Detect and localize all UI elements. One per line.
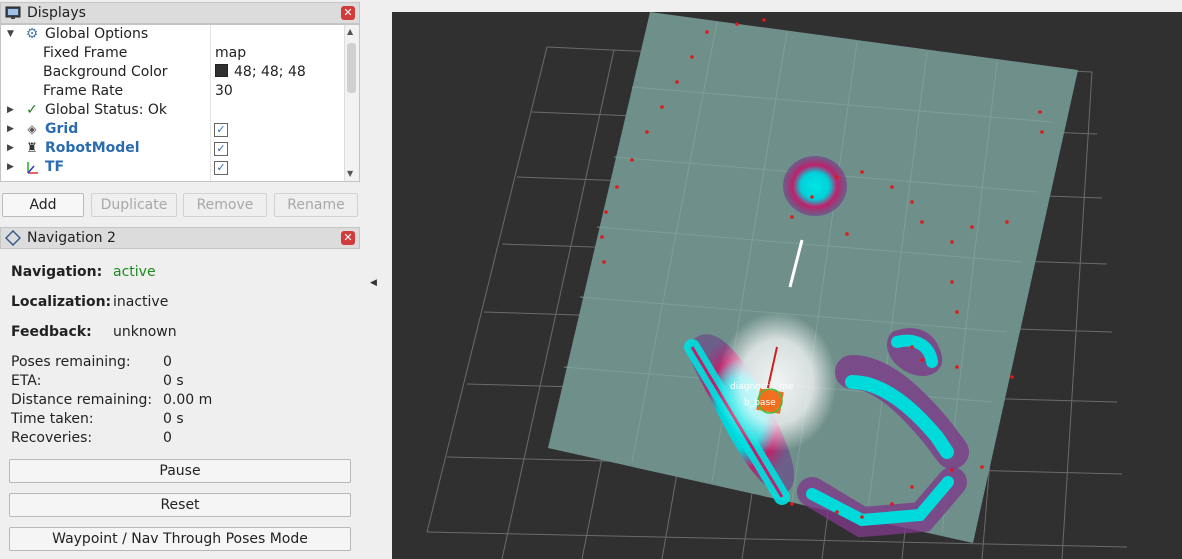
monitor-icon (5, 6, 21, 19)
tree-row-frame-rate[interactable]: Frame Rate 30 (1, 82, 346, 101)
pause-button[interactable]: Pause (9, 459, 351, 483)
color-swatch (215, 64, 228, 77)
tree-row-grid[interactable]: ▶ ◈ Grid ✓ (1, 120, 346, 139)
remove-button[interactable]: Remove (183, 193, 267, 217)
axes-icon (27, 162, 38, 174)
dock-splitter[interactable]: ◀ (362, 0, 390, 559)
background-color-value: 48; 48; 48 (234, 64, 306, 80)
duplicate-button[interactable]: Duplicate (91, 193, 177, 217)
tree-row-global-status[interactable]: ▶ ✓ Global Status: Ok (1, 101, 346, 120)
tf-frame-label-base: b_base (744, 398, 776, 408)
navigation-title: Navigation 2 (27, 230, 116, 246)
reset-button[interactable]: Reset (9, 493, 351, 517)
frame-rate-value[interactable]: 30 (215, 82, 233, 101)
tree-row-robot-model[interactable]: ▶ ♜ RobotModel ✓ (1, 139, 346, 158)
waypoint-mode-button[interactable]: Waypoint / Nav Through Poses Mode (9, 527, 351, 551)
displays-title-bar: Displays ✕ (0, 2, 360, 24)
tree-row-tf[interactable]: ▶ TF ✓ (1, 158, 346, 177)
add-button[interactable]: Add (2, 193, 84, 217)
expand-right-icon[interactable]: ▶ (7, 101, 14, 120)
recoveries-label: Recoveries: (11, 430, 93, 446)
tree-row-fixed-frame[interactable]: Fixed Frame map (1, 44, 346, 63)
fixed-frame-value[interactable]: map (215, 44, 246, 63)
global-options-label: Global Options (45, 26, 149, 42)
tree-row-global-options[interactable]: ▼ ⚙ Global Options (1, 25, 346, 44)
3d-viewport[interactable]: diagnostic me b_base (392, 12, 1182, 559)
frame-rate-label: Frame Rate (43, 83, 124, 99)
left-dock: Displays ✕ ▼ ⚙ Global Options Fixed Fram… (0, 0, 362, 559)
gear-icon: ⚙ (25, 26, 39, 42)
expand-right-icon[interactable]: ▶ (7, 158, 14, 177)
background-color-label: Background Color (43, 64, 168, 80)
scrollbar-thumb[interactable] (347, 43, 356, 93)
distance-remaining-value: 0.00 m (163, 392, 213, 408)
eta-label: ETA: (11, 373, 42, 389)
tf-label: TF (45, 159, 65, 175)
tree-scrollbar[interactable]: ▲ ▼ (344, 25, 359, 181)
navigation-title-bar: Navigation 2 ✕ (0, 227, 360, 249)
displays-close-button[interactable]: ✕ (341, 6, 355, 20)
viewport-top-strip (392, 0, 1182, 12)
grid-checkbox[interactable]: ✓ (214, 123, 228, 137)
time-taken-label: Time taken: (11, 411, 94, 427)
localization-status-label: Localization: (11, 294, 112, 310)
poses-remaining-value: 0 (163, 354, 172, 370)
displays-tree: ▼ ⚙ Global Options Fixed Frame map Backg… (0, 24, 360, 182)
collapse-left-icon[interactable]: ◀ (370, 278, 377, 288)
feedback-value: unknown (113, 324, 177, 340)
eta-value: 0 s (163, 373, 184, 389)
expand-down-icon[interactable]: ▼ (7, 25, 14, 44)
tree-row-background-color[interactable]: Background Color 48; 48; 48 (1, 63, 346, 82)
grid-label: Grid (45, 121, 79, 137)
time-taken-value: 0 s (163, 411, 184, 427)
tf-frame-label-laser: diagnostic me (730, 382, 794, 392)
occupancy-map (548, 12, 1078, 543)
rename-button[interactable]: Rename (274, 193, 358, 217)
grid-icon: ◈ (27, 122, 37, 136)
checkmark-icon: ✓ (26, 102, 38, 118)
navigation-status-label: Navigation: (11, 264, 103, 280)
recoveries-value: 0 (163, 430, 172, 446)
expand-right-icon[interactable]: ▶ (7, 120, 14, 139)
localization-status-value: inactive (113, 294, 169, 310)
robot-icon: ♜ (26, 141, 38, 156)
robot-model-label: RobotModel (45, 140, 140, 156)
poses-remaining-label: Poses remaining: (11, 354, 131, 370)
navigation-diamond-icon (5, 230, 21, 246)
map-scene[interactable] (392, 12, 1182, 559)
tf-checkbox[interactable]: ✓ (214, 161, 228, 175)
navigation-close-button[interactable]: ✕ (341, 231, 355, 245)
feedback-label: Feedback: (11, 324, 92, 340)
distance-remaining-label: Distance remaining: (11, 392, 153, 408)
scroll-down-icon[interactable]: ▼ (347, 169, 353, 178)
expand-right-icon[interactable]: ▶ (7, 139, 14, 158)
fixed-frame-label: Fixed Frame (43, 45, 128, 61)
scroll-up-icon[interactable]: ▲ (347, 27, 353, 36)
global-status-label: Global Status: Ok (45, 102, 168, 118)
background-color-field[interactable]: 48; 48; 48 (215, 63, 306, 82)
navigation-status-value: active (113, 264, 156, 280)
displays-title: Displays (27, 5, 86, 21)
robot-model-checkbox[interactable]: ✓ (214, 142, 228, 156)
